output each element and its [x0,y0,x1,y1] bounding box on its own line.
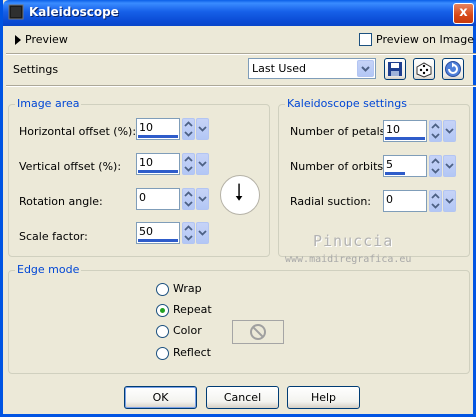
spin-dropdown[interactable] [196,118,209,140]
rotation-angle-input[interactable]: 0 [136,188,180,210]
number-of-petals-spinner[interactable]: 10 [383,120,456,142]
number-of-petals-label: Number of petals: [290,125,390,138]
vertical-offset-label: Vertical offset (%): [19,160,122,173]
edge-mode-reflect-label[interactable]: Reflect [173,346,211,359]
spin-dropdown[interactable] [196,188,209,210]
preset-value: Last Used [252,62,306,75]
app-icon [8,4,24,20]
spin-arrows[interactable] [182,222,195,244]
spin-dropdown[interactable] [443,155,456,177]
spin-arrows[interactable] [429,120,442,142]
watermark-url: www.maidiregrafica.eu [285,254,412,265]
reset-button[interactable] [442,58,464,80]
chevron-down-icon [445,163,454,169]
edge-mode-reflect-radio[interactable] [156,347,169,360]
edge-mode-color-label[interactable]: Color [173,324,202,337]
scale-factor-label: Scale factor: [19,230,88,243]
save-preset-button[interactable] [384,58,406,80]
help-button[interactable]: Help [287,386,360,409]
spin-up-down-icon [184,191,193,207]
expand-arrow-icon[interactable] [14,35,22,45]
vertical-offset-spinner[interactable]: 10 [136,153,209,175]
chevron-down-icon [445,128,454,134]
spin-arrows[interactable] [182,188,195,210]
spin-arrows[interactable] [182,118,195,140]
separator [6,85,476,87]
reset-icon [445,61,461,77]
number-of-orbits-spinner[interactable]: 5 [383,155,456,177]
edge-mode-wrap-radio[interactable] [156,283,169,296]
spin-up-down-icon [431,158,440,174]
rotation-dial[interactable] [220,175,260,215]
spin-dropdown[interactable] [196,222,209,244]
randomize-button[interactable] [413,58,435,80]
horizontal-offset-spinner[interactable]: 10 [136,118,209,140]
window-title: Kaleidoscope [29,5,119,19]
spin-up-down-icon [184,121,193,137]
spin-arrows[interactable] [429,155,442,177]
dialog-window: Kaleidoscope x Preview Preview on Image … [0,0,476,417]
chevron-down-icon [198,196,207,202]
randomize-icon [416,62,432,78]
preview-toggle[interactable]: Preview [25,33,68,46]
save-preset-icon [388,62,402,76]
title-bar[interactable]: Kaleidoscope x [3,0,476,26]
spin-dropdown[interactable] [196,153,209,175]
spin-up-down-icon [184,156,193,172]
edge-mode-repeat-label[interactable]: Repeat [173,303,212,316]
radial-suction-input[interactable]: 0 [383,190,427,212]
spin-arrows[interactable] [182,153,195,175]
spin-up-down-icon [431,193,440,209]
horizontal-offset-input[interactable]: 10 [136,118,180,140]
edge-mode-wrap-label[interactable]: Wrap [173,282,202,295]
number-of-petals-input[interactable]: 10 [383,120,427,142]
spin-up-down-icon [431,123,440,139]
number-of-orbits-label: Number of orbits: [290,160,387,173]
chevron-down-icon [198,126,207,132]
separator [6,53,476,55]
horizontal-offset-label: Horizontal offset (%): [19,125,137,138]
preview-on-image-label: Preview on Image [376,33,474,46]
close-icon: x [459,5,468,20]
rotation-angle-label: Rotation angle: [19,195,103,208]
edge-mode-repeat-radio[interactable] [156,304,169,317]
rotation-angle-spinner[interactable]: 0 [136,188,209,210]
preview-on-image-checkbox[interactable] [359,33,372,46]
spin-up-down-icon [184,225,193,241]
preset-dropdown-button[interactable] [357,60,374,77]
scale-factor-spinner[interactable]: 50 [136,222,209,244]
image-area-legend: Image area [15,97,82,110]
preset-select[interactable]: Last Used [248,58,376,79]
spin-dropdown[interactable] [443,190,456,212]
dial-pointer-icon [235,183,243,201]
disabled-icon [250,324,266,340]
vertical-offset-input[interactable]: 10 [136,153,180,175]
chevron-down-icon [445,198,454,204]
edge-mode-legend: Edge mode [15,263,82,276]
radial-suction-label: Radial suction: [290,195,372,208]
cancel-button[interactable]: Cancel [206,386,279,409]
edge-color-swatch[interactable] [232,320,284,344]
spin-arrows[interactable] [429,190,442,212]
number-of-orbits-input[interactable]: 5 [383,155,427,177]
ok-button[interactable]: OK [124,386,197,409]
settings-label: Settings [13,63,59,76]
radial-suction-spinner[interactable]: 0 [383,190,456,212]
scale-factor-input[interactable]: 50 [136,222,180,244]
chevron-down-icon [198,161,207,167]
chevron-down-icon [361,66,370,72]
chevron-down-icon [198,230,207,236]
kaleidoscope-settings-legend: Kaleidoscope settings [285,97,409,110]
edge-mode-color-radio[interactable] [156,325,169,338]
watermark-name: Pinuccia [313,232,394,250]
close-button[interactable]: x [453,3,474,24]
spin-dropdown[interactable] [443,120,456,142]
